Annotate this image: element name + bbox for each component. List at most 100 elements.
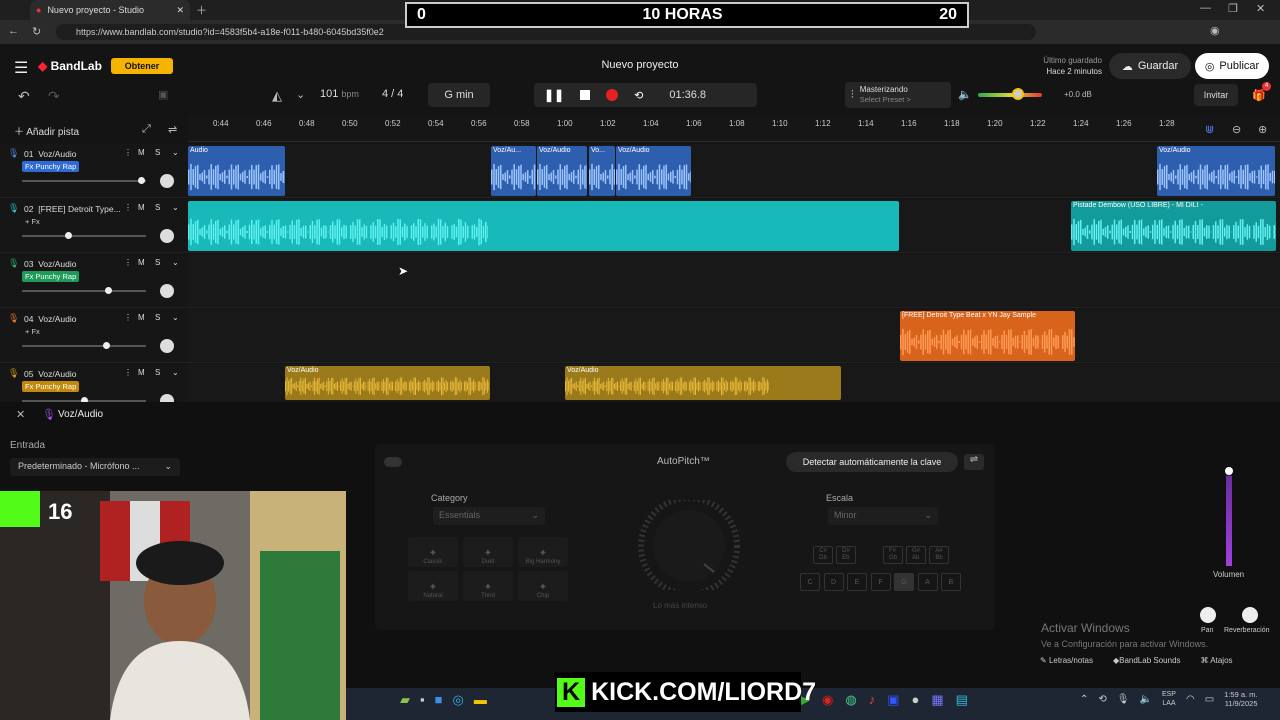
volume-icon[interactable]: 🔈 bbox=[1139, 694, 1151, 705]
mute-button[interactable]: M bbox=[138, 203, 145, 212]
timeline-ruler[interactable]: 0:44 0:46 0:48 0:50 0:52 0:54 0:56 0:58 1:00 1:02… bbox=[188, 116, 1280, 142]
more-icon[interactable]: ⋮ bbox=[124, 368, 132, 377]
pause-icon[interactable]: ❚❚ bbox=[544, 88, 564, 102]
track-pan-knob[interactable] bbox=[160, 174, 174, 188]
key-button[interactable]: A# Bb bbox=[929, 546, 949, 564]
track-fx-badge[interactable]: Fx Punchy Rap bbox=[22, 161, 80, 172]
wifi-icon[interactable]: ◠ bbox=[1186, 694, 1195, 705]
track-volume-slider[interactable] bbox=[22, 287, 146, 294]
audio-clip[interactable]: Voz/Audio bbox=[285, 366, 490, 400]
audio-clip[interactable]: Voz/Audio bbox=[1157, 146, 1275, 196]
track-name[interactable]: 04 Voz/Audio bbox=[24, 314, 76, 324]
track-fx-badge[interactable]: + Fx bbox=[22, 216, 43, 227]
sync-icon[interactable]: ⟲ bbox=[1098, 694, 1106, 705]
audio-clip[interactable]: Pistade Dembow (USO LIBRE) - MI DILI - bbox=[1071, 201, 1276, 251]
audio-clip[interactable]: [FREE] Detroit Type Beat x YN Jay Sample bbox=[900, 311, 1075, 361]
key-button[interactable]: G# Ab bbox=[906, 546, 926, 564]
detect-key-button[interactable]: Detectar automáticamente la clave bbox=[786, 452, 958, 472]
language-indicator[interactable]: ESP LAA bbox=[1162, 690, 1176, 708]
track-volume-slider[interactable] bbox=[22, 177, 146, 184]
pan-knob[interactable] bbox=[1200, 607, 1216, 623]
clock[interactable]: 1:59 a. m. 11/9/2025 bbox=[1224, 690, 1257, 708]
key-button[interactable]: G bbox=[894, 573, 914, 591]
preset-button[interactable]: ✦ Duet bbox=[463, 537, 513, 567]
track-volume-slider[interactable] bbox=[22, 232, 146, 239]
redo-icon[interactable]: ↷ bbox=[48, 88, 60, 105]
key-button[interactable]: C# Db bbox=[813, 546, 833, 564]
track-pan-knob[interactable] bbox=[160, 229, 174, 243]
preset-button[interactable]: ✦ Big Harmony bbox=[518, 537, 568, 567]
track-volume-knob[interactable] bbox=[103, 342, 111, 349]
explorer-icon[interactable]: ▬ bbox=[474, 692, 487, 708]
reload-icon[interactable]: ↻ bbox=[32, 25, 41, 38]
zoom-out-icon[interactable]: ⊖ bbox=[1232, 123, 1241, 136]
mastering-button[interactable]: ⫶ Masterizando Select Preset > bbox=[845, 82, 951, 108]
battery-icon[interactable]: ▭ bbox=[1205, 694, 1214, 705]
app-icon[interactable]: ● bbox=[911, 692, 919, 708]
lyrics-button[interactable]: ✎ Letras/notas bbox=[1040, 656, 1093, 665]
key-button[interactable]: A bbox=[917, 573, 938, 591]
chevron-down-icon[interactable]: ⌄ bbox=[172, 148, 179, 157]
more-icon[interactable]: ⋮ bbox=[124, 148, 132, 157]
publish-button[interactable]: ◎ Publicar bbox=[1195, 53, 1269, 79]
audio-clip[interactable]: Voz/Audio bbox=[537, 146, 587, 196]
mute-button[interactable]: M bbox=[138, 313, 145, 322]
master-volume-slider[interactable] bbox=[978, 88, 1042, 100]
tiktok-icon[interactable]: ♪ bbox=[869, 692, 876, 708]
track-pan-knob[interactable] bbox=[160, 339, 174, 353]
scale-select[interactable]: Minor ⌄ bbox=[828, 507, 938, 525]
track-name[interactable]: 02 [FREE] Detroit Type... bbox=[24, 204, 121, 214]
key-button[interactable]: F# Gb bbox=[883, 546, 903, 564]
notepad-icon[interactable]: ▤ bbox=[956, 692, 968, 708]
hamburger-menu-icon[interactable]: ☰ bbox=[14, 58, 28, 78]
bandlab-logo[interactable]: ◆ BandLab bbox=[38, 59, 102, 73]
app-icon[interactable]: ◉ bbox=[822, 692, 833, 708]
preset-button[interactable]: ✦ Classic bbox=[408, 537, 458, 567]
app-icon[interactable]: ▣ bbox=[887, 692, 899, 708]
chevron-up-icon[interactable]: ⌃ bbox=[1080, 694, 1088, 705]
audio-clip[interactable]: Voz/Audio bbox=[616, 146, 691, 196]
more-icon[interactable]: ⋮ bbox=[124, 258, 132, 267]
teams-icon[interactable]: ▦ bbox=[931, 692, 943, 708]
close-panel-icon[interactable]: ✕ bbox=[16, 408, 25, 421]
key-button[interactable]: D bbox=[823, 573, 844, 591]
chevron-down-icon[interactable]: ⌄ bbox=[172, 368, 179, 377]
audio-clip[interactable] bbox=[188, 201, 899, 251]
track-header[interactable]: 🎙 03 Voz/Audio Fx Punchy Rap ⋮ M S ⌄ bbox=[0, 254, 188, 308]
key-button[interactable]: C bbox=[800, 573, 820, 591]
track-volume-knob[interactable] bbox=[64, 232, 72, 239]
mute-button[interactable]: M bbox=[138, 368, 145, 377]
volume-handle[interactable] bbox=[1225, 467, 1233, 475]
store-icon[interactable]: ■ bbox=[435, 692, 443, 708]
intensity-dial[interactable] bbox=[634, 495, 744, 597]
mute-button[interactable]: M bbox=[138, 258, 145, 267]
track-header[interactable]: 🎙 02 [FREE] Detroit Type... + Fx ⋮ M S ⌄ bbox=[0, 199, 188, 253]
chevron-down-icon[interactable]: ⌄ bbox=[172, 258, 179, 267]
tempo-display[interactable]: 101 bpm bbox=[320, 88, 359, 100]
category-select[interactable]: Essentials ⌄ bbox=[433, 507, 545, 525]
edge-icon[interactable]: ◎ bbox=[452, 692, 463, 708]
sidebar-toggle-icon[interactable]: ▣ bbox=[158, 88, 168, 101]
track-volume-slider[interactable] bbox=[22, 342, 146, 349]
track-name[interactable]: 03 Voz/Audio bbox=[24, 259, 76, 269]
autopitch-toggle[interactable] bbox=[384, 457, 402, 467]
chevron-down-icon[interactable]: ⌄ bbox=[172, 313, 179, 322]
solo-button[interactable]: S bbox=[155, 313, 160, 322]
track-settings-icon[interactable]: ⇌ bbox=[168, 123, 177, 136]
audio-clip[interactable]: Voz/Au... bbox=[491, 146, 536, 196]
solo-button[interactable]: S bbox=[155, 368, 160, 377]
reverb-knob[interactable] bbox=[1242, 607, 1258, 623]
autopitch-settings-icon[interactable]: ⇌ bbox=[964, 454, 984, 470]
track-volume-knob[interactable] bbox=[138, 177, 146, 184]
stop-icon[interactable] bbox=[580, 90, 591, 100]
taskview-icon[interactable]: ▪ bbox=[420, 692, 425, 708]
mute-button[interactable]: M bbox=[138, 148, 145, 157]
obtener-button[interactable]: Obtener bbox=[111, 58, 173, 74]
loop-icon[interactable]: ⟲ bbox=[634, 89, 643, 102]
automation-icon[interactable]: ⤢ bbox=[142, 123, 151, 136]
audio-clip[interactable]: Vo... bbox=[589, 146, 615, 196]
save-button[interactable]: ☁ Guardar bbox=[1109, 53, 1191, 79]
back-icon[interactable]: ← bbox=[8, 25, 19, 37]
preset-button[interactable]: ✦ Chip bbox=[518, 571, 568, 601]
volume-fader[interactable] bbox=[1225, 467, 1233, 566]
